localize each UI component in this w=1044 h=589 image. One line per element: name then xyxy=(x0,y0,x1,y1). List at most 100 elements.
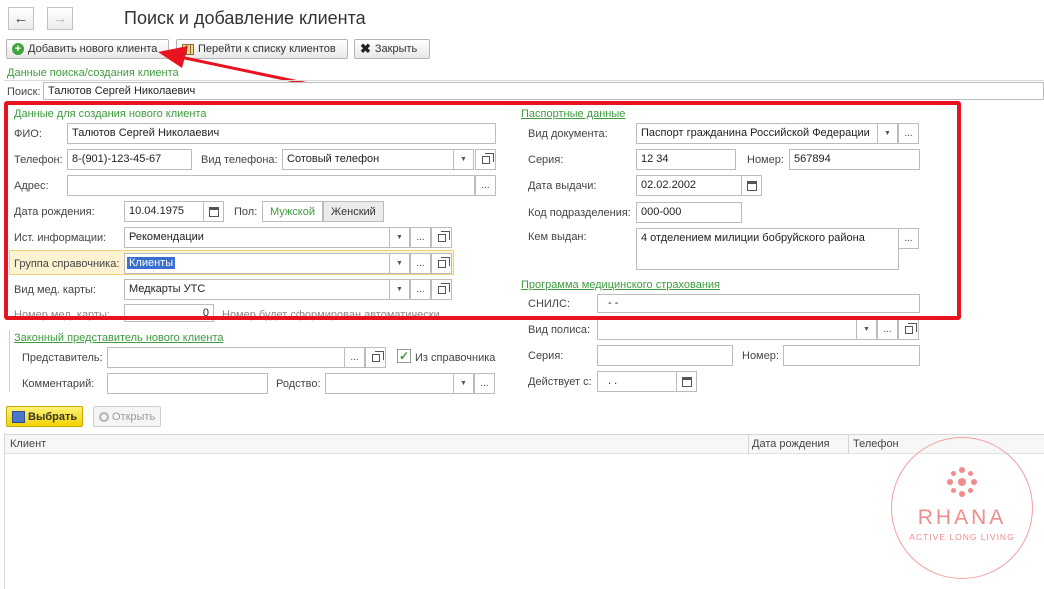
watermark-brand: RHANA xyxy=(917,506,1007,529)
forward-button[interactable]: → xyxy=(47,7,73,30)
passport-series-input[interactable]: 12 34 xyxy=(636,149,736,170)
column-client[interactable]: Клиент xyxy=(10,438,46,450)
directory-group-dropdown-button[interactable]: ▼ xyxy=(389,253,410,274)
phone-label: Телефон: xyxy=(14,154,63,166)
issued-by-choose-button[interactable]: ... xyxy=(898,228,919,249)
directory-group-open-button[interactable] xyxy=(431,253,452,274)
card-type-dropdown-button[interactable]: ▼ xyxy=(389,279,410,300)
representative-choose-button[interactable]: ... xyxy=(344,347,365,368)
policy-type-dropdown-button[interactable]: ▼ xyxy=(856,319,877,340)
info-source-choose-button[interactable]: ... xyxy=(410,227,431,248)
open-form-icon xyxy=(437,230,450,242)
info-source-open-button[interactable] xyxy=(431,227,452,248)
card-type-label: Вид мед. карты: xyxy=(14,284,96,296)
dept-code-label: Код подразделения: xyxy=(528,207,631,219)
phone-type-select[interactable]: Сотовый телефон xyxy=(282,149,454,170)
phone-type-dropdown-button[interactable]: ▼ xyxy=(453,149,474,170)
card-type-choose-button[interactable]: ... xyxy=(410,279,431,300)
arrow-right-icon: → xyxy=(52,10,68,27)
dept-code-input[interactable]: 000-000 xyxy=(636,202,742,223)
info-source-dropdown-button[interactable]: ▼ xyxy=(389,227,410,248)
ellipsis-icon: ... xyxy=(883,324,892,335)
arrow-left-icon: ← xyxy=(13,10,29,27)
relation-select[interactable] xyxy=(325,373,454,394)
ellipsis-icon: ... xyxy=(904,233,913,244)
open-form-icon xyxy=(481,152,494,164)
passport-series-label: Серия: xyxy=(528,154,564,166)
issue-date-input[interactable]: 02.02.2002 xyxy=(636,175,742,196)
close-icon: ✖ xyxy=(360,41,371,56)
issued-by-input[interactable]: 4 отделением милиции бобруйского района xyxy=(636,228,899,270)
relation-dropdown-button[interactable]: ▼ xyxy=(453,373,474,394)
gender-label: Пол: xyxy=(234,206,258,218)
ellipsis-icon: ... xyxy=(416,284,425,295)
doc-type-select[interactable]: Паспорт гражданина Российской Федерации xyxy=(636,123,878,144)
calendar-icon xyxy=(746,180,757,191)
close-label: Закрыть xyxy=(374,43,418,55)
issue-date-calendar-button[interactable] xyxy=(741,175,762,196)
chevron-down-icon: ▼ xyxy=(460,380,467,387)
gender-female-toggle[interactable]: Женский xyxy=(323,201,384,222)
snils-input[interactable]: - - xyxy=(597,294,920,313)
chevron-down-icon: ▼ xyxy=(884,130,891,137)
card-type-select[interactable]: Медкарты УТС xyxy=(124,279,390,300)
select-button[interactable]: Выбрать xyxy=(6,406,84,427)
valid-from-input[interactable]: . . xyxy=(597,371,677,392)
snils-label: СНИЛС: xyxy=(528,298,571,310)
page-title: Поиск и добавление клиента xyxy=(124,8,366,28)
address-input[interactable] xyxy=(67,175,475,196)
policy-number-input[interactable] xyxy=(783,345,920,366)
fio-input[interactable]: Талютов Сергей Николаевич xyxy=(67,123,496,144)
ellipsis-icon: ... xyxy=(350,352,359,363)
column-birth-date[interactable]: Дата рождения xyxy=(752,438,830,450)
valid-from-label: Действует с: xyxy=(528,376,592,388)
issued-by-label: Кем выдан: xyxy=(528,231,587,243)
directory-group-select[interactable]: Клиенты xyxy=(124,253,390,274)
search-input[interactable]: Талютов Сергей Николаевич xyxy=(43,82,1044,100)
address-choose-button[interactable]: ... xyxy=(475,175,496,196)
valid-from-calendar-button[interactable] xyxy=(676,371,697,392)
close-button[interactable]: ✖ Закрыть xyxy=(354,39,430,59)
representative-section-line xyxy=(9,330,10,392)
directory-group-value: Клиенты xyxy=(127,257,176,269)
phone-type-open-button[interactable] xyxy=(475,149,496,170)
column-separator xyxy=(848,434,849,454)
gender-male-toggle[interactable]: Мужской xyxy=(262,201,323,222)
back-button[interactable]: ← xyxy=(8,7,34,30)
ellipsis-icon: ... xyxy=(480,378,489,389)
birth-date-input[interactable]: 10.04.1975 xyxy=(124,201,204,222)
passport-number-input[interactable]: 567894 xyxy=(789,149,920,170)
phone-input[interactable]: 8-(901)-123-45-67 xyxy=(67,149,192,170)
card-type-open-button[interactable] xyxy=(431,279,452,300)
birth-date-calendar-button[interactable] xyxy=(203,201,224,222)
select-icon xyxy=(12,410,25,423)
relation-choose-button[interactable]: ... xyxy=(474,373,495,394)
doc-type-dropdown-button[interactable]: ▼ xyxy=(877,123,898,144)
representative-open-button[interactable] xyxy=(365,347,386,368)
policy-type-choose-button[interactable]: ... xyxy=(877,319,898,340)
policy-type-select[interactable] xyxy=(597,319,857,340)
doc-type-choose-button[interactable]: ... xyxy=(898,123,919,144)
policy-series-input[interactable] xyxy=(597,345,733,366)
watermark-logo: RHANA ACTIVE LONG LIVING xyxy=(891,437,1033,579)
column-separator xyxy=(748,434,749,454)
card-number-label: Номер мед. карты: xyxy=(14,309,110,321)
open-button-label: Открыть xyxy=(112,410,156,423)
add-client-button[interactable]: + Добавить нового клиента xyxy=(6,39,169,59)
column-phone[interactable]: Телефон xyxy=(853,438,899,450)
info-source-select[interactable]: Рекомендации xyxy=(124,227,390,248)
search-label: Поиск: xyxy=(7,86,41,98)
policy-type-open-button[interactable] xyxy=(898,319,919,340)
open-form-icon xyxy=(437,282,450,294)
representative-input[interactable] xyxy=(107,347,345,368)
open-button[interactable]: Открыть xyxy=(93,406,162,427)
from-directory-checkbox[interactable]: ✓ xyxy=(397,349,411,363)
calendar-icon xyxy=(681,376,692,387)
search-section-title: Данные поиска/создания клиента xyxy=(7,67,179,79)
directory-group-choose-button[interactable]: ... xyxy=(410,253,431,274)
calendar-icon xyxy=(208,206,219,217)
clients-table-body[interactable] xyxy=(5,455,1044,589)
checkmark-icon: ✓ xyxy=(398,349,410,363)
comment-input[interactable] xyxy=(107,373,268,394)
card-number-input[interactable]: 0 xyxy=(124,304,214,322)
